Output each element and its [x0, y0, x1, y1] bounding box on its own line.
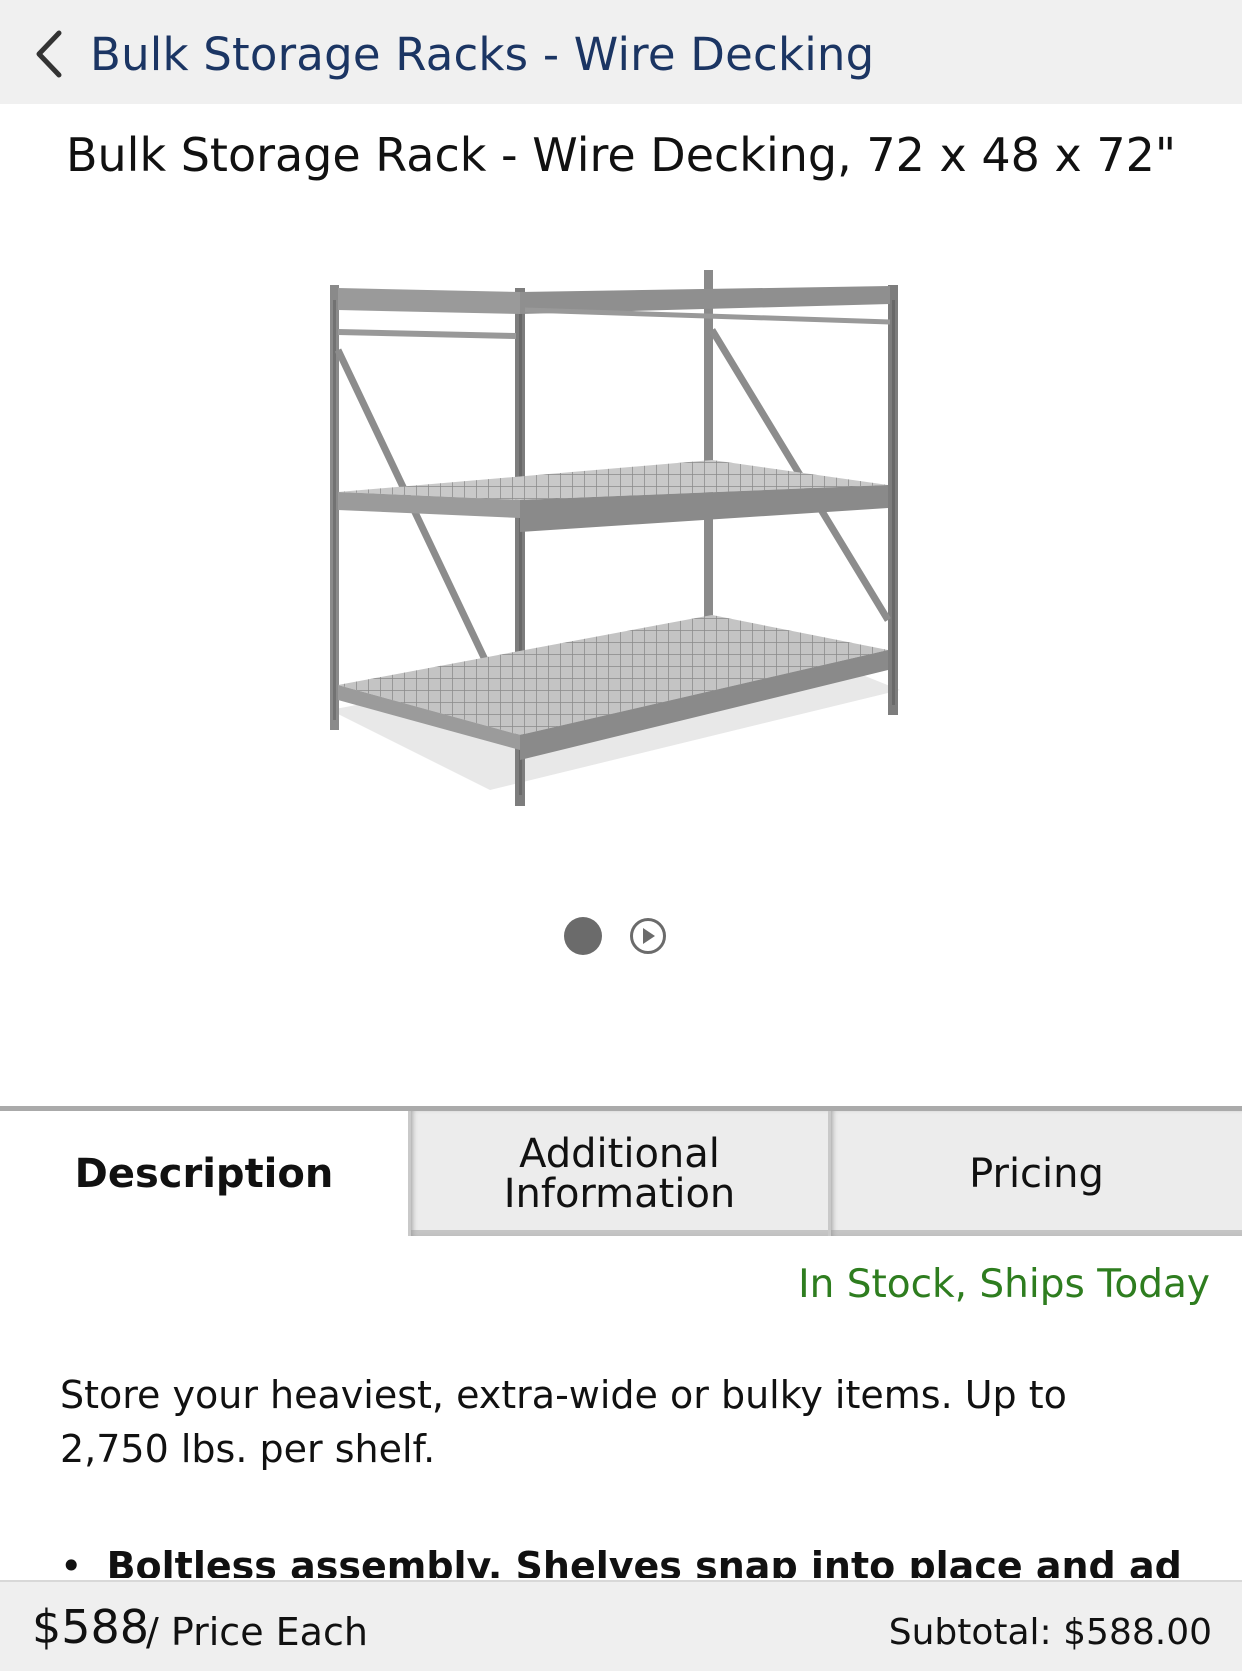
shelving-rack-image — [330, 270, 900, 806]
chevron-left-icon — [36, 30, 62, 78]
description-text: Store your heaviest, extra-wide or bulky… — [60, 1373, 1067, 1471]
nav-title: Bulk Storage Racks - Wire Decking — [90, 28, 875, 81]
tab-description[interactable]: Description — [0, 1111, 408, 1236]
tab-additional-information-label: Additional Information — [503, 1130, 736, 1217]
tab-pricing[interactable]: Pricing — [828, 1111, 1242, 1236]
nav-bar: Bulk Storage Racks - Wire Decking — [0, 0, 1242, 104]
subtotal: Subtotal: $588.00 — [888, 1612, 1212, 1653]
tab-bar: Description Additional Information Prici… — [0, 1106, 1242, 1236]
carousel-dot-active[interactable] — [564, 917, 602, 955]
play-icon — [643, 928, 655, 944]
price-footer: $588 / Price Each Subtotal: $588.00 — [0, 1580, 1242, 1671]
carousel-indicators — [564, 917, 666, 955]
back-button[interactable] — [22, 24, 74, 84]
bullet-marker: • — [60, 1548, 107, 1578]
bullet-text: Boltless assembly. Shelves snap into pla… — [106, 1548, 1180, 1578]
product-image[interactable] — [320, 270, 920, 850]
description-bullet: • Boltless assembly. Shelves snap into p… — [60, 1548, 1180, 1578]
stock-status: In Stock, Ships Today — [798, 1262, 1210, 1307]
price-unit: / Price Each — [146, 1610, 368, 1654]
product-title: Bulk Storage Rack - Wire Decking, 72 x 4… — [65, 128, 1177, 182]
carousel-video-button[interactable] — [630, 918, 666, 954]
tab-additional-information[interactable]: Additional Information — [408, 1111, 828, 1236]
price-value: $588 — [32, 1600, 150, 1654]
